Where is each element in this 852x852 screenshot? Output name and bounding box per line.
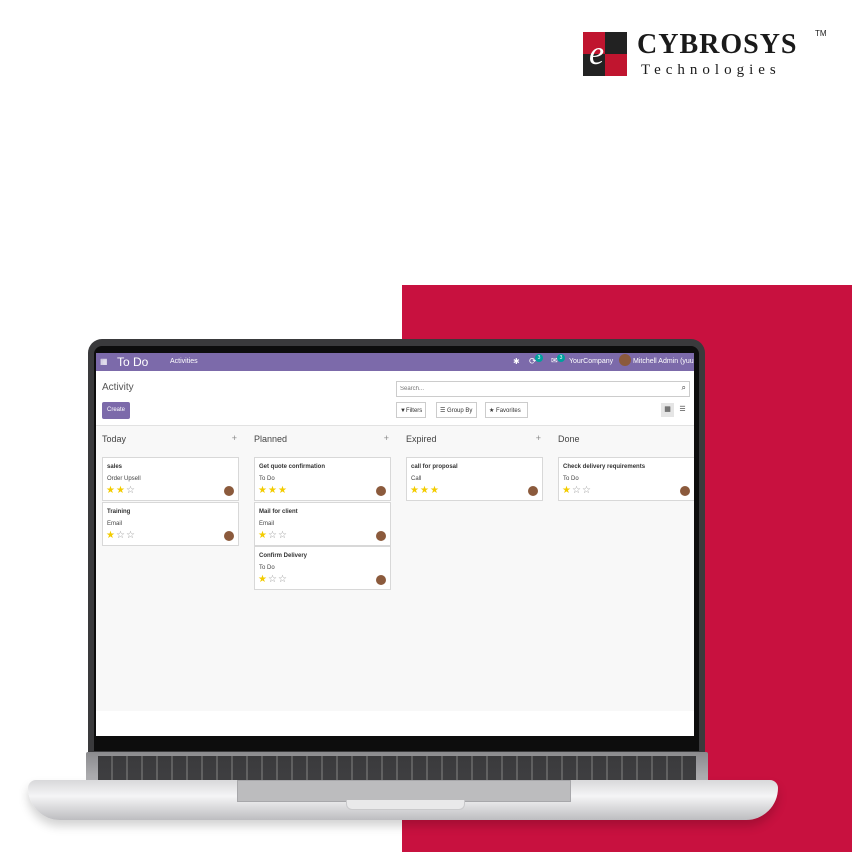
user-avatar[interactable] [619, 354, 631, 366]
brand-subtitle: Technologies [641, 62, 781, 78]
list-view-icon[interactable]: ☰ [676, 403, 689, 417]
apps-menu-icon[interactable]: ▦ [100, 357, 108, 367]
kanban-view-icon[interactable]: ▦ [661, 403, 674, 417]
top-navbar: ▦ To Do Activities ✱ ⟳ 3 ✉ 3 YourCompany… [96, 353, 694, 371]
app-screen: ▦ To Do Activities ✱ ⟳ 3 ✉ 3 YourCompany… [96, 353, 694, 736]
kanban-card[interactable]: call for proposal Call ★★★ [406, 457, 543, 501]
app-title[interactable]: To Do [117, 354, 148, 370]
card-activity-type: To Do [259, 476, 275, 482]
priority-stars[interactable]: ★☆☆ [106, 530, 136, 542]
kanban-card[interactable]: Get quote confirmation To Do ★★★ [254, 457, 391, 501]
star-icon: ★ [489, 408, 497, 414]
card-title: Confirm Delivery [259, 553, 308, 559]
star-empty-icon[interactable]: ☆ [582, 485, 592, 496]
star-filled-icon[interactable]: ★ [258, 530, 268, 541]
search-input[interactable] [400, 384, 670, 394]
cybrosys-logo: e CYBROSYS TM Technologies [583, 27, 833, 82]
assignee-avatar [528, 486, 538, 496]
star-filled-icon[interactable]: ★ [430, 485, 440, 496]
assignee-avatar [376, 531, 386, 541]
filters-button[interactable]: ▼Filters [396, 402, 426, 418]
column-title: Expired [406, 434, 437, 444]
laptop-trackpad [237, 780, 571, 802]
search-icon[interactable]: ⌕ [682, 383, 686, 393]
star-empty-icon[interactable]: ☆ [126, 485, 136, 496]
menu-item-activities[interactable]: Activities [170, 357, 198, 367]
star-filled-icon[interactable]: ★ [562, 485, 572, 496]
star-empty-icon[interactable]: ☆ [126, 530, 136, 541]
priority-stars[interactable]: ★★★ [258, 485, 288, 497]
star-filled-icon[interactable]: ★ [258, 485, 268, 496]
card-title: Mail for client [259, 509, 298, 515]
star-empty-icon[interactable]: ☆ [572, 485, 582, 496]
priority-stars[interactable]: ★☆☆ [258, 530, 288, 542]
cybrosys-logo-mark-icon: e [583, 32, 627, 76]
star-empty-icon[interactable]: ☆ [116, 530, 126, 541]
kanban-card[interactable]: sales Order Upsell ★★☆ [102, 457, 239, 501]
star-empty-icon[interactable]: ☆ [278, 530, 288, 541]
card-activity-type: Order Upsell [107, 476, 141, 482]
group-by-icon: ☰ [440, 408, 448, 414]
star-filled-icon[interactable]: ★ [106, 530, 116, 541]
star-filled-icon[interactable]: ★ [116, 485, 126, 496]
messages-count-badge: 3 [557, 354, 565, 362]
star-filled-icon[interactable]: ★ [278, 485, 288, 496]
kanban-card[interactable]: Mail for client Email ★☆☆ [254, 502, 391, 546]
filters-label: Filters [405, 408, 423, 414]
group-by-label: Group By [447, 408, 473, 414]
priority-stars[interactable]: ★★☆ [106, 485, 136, 497]
card-title: Training [107, 509, 131, 515]
activity-count-badge: 3 [535, 354, 543, 362]
laptop-keyboard [98, 756, 696, 780]
user-menu[interactable]: Mitchell Admin (yuu9) [633, 357, 694, 367]
assignee-avatar [224, 531, 234, 541]
priority-stars[interactable]: ★☆☆ [258, 574, 288, 586]
create-button[interactable]: Create [102, 402, 130, 419]
assignee-avatar [376, 486, 386, 496]
kanban-board: Today + sales Order Upsell ★★☆ Training … [96, 425, 694, 711]
breadcrumb-title: Activity [102, 382, 134, 393]
star-filled-icon[interactable]: ★ [258, 574, 268, 585]
column-title: Today [102, 434, 127, 444]
star-empty-icon[interactable]: ☆ [268, 530, 278, 541]
star-filled-icon[interactable]: ★ [268, 485, 278, 496]
favorites-label: Favorites [496, 408, 521, 414]
column-title: Planned [254, 434, 288, 444]
star-filled-icon[interactable]: ★ [410, 485, 420, 496]
kanban-card[interactable]: Confirm Delivery To Do ★☆☆ [254, 546, 391, 590]
company-switcher[interactable]: YourCompany [569, 357, 613, 367]
column-title: Done [558, 434, 580, 444]
trademark: TM [815, 29, 827, 38]
card-activity-type: Email [107, 521, 123, 527]
brand-name: CYBROSYS [637, 29, 798, 60]
kanban-card[interactable]: Training Email ★☆☆ [102, 502, 239, 546]
favorites-button[interactable]: ★ Favorites [485, 402, 528, 418]
search-bar: ⌕ [396, 381, 690, 397]
assignee-avatar [376, 575, 386, 585]
card-title: call for proposal [411, 464, 458, 470]
laptop-opening-notch [346, 800, 465, 810]
debug-icon[interactable]: ✱ [513, 357, 520, 367]
assignee-avatar [224, 486, 234, 496]
card-title: Get quote confirmation [259, 464, 325, 470]
card-activity-type: Call [411, 476, 422, 482]
assignee-avatar [680, 486, 690, 496]
card-activity-type: To Do [563, 476, 579, 482]
star-filled-icon[interactable]: ★ [420, 485, 430, 496]
kanban-card[interactable]: Check delivery requirements To Do ★☆☆ [558, 457, 694, 501]
priority-stars[interactable]: ★☆☆ [562, 485, 592, 497]
card-title: sales [107, 464, 123, 470]
card-title: Check delivery requirements [563, 464, 646, 470]
card-activity-type: Email [259, 521, 275, 527]
card-activity-type: To Do [259, 565, 275, 571]
star-empty-icon[interactable]: ☆ [278, 574, 288, 585]
add-card-icon[interactable]: + [536, 433, 541, 443]
star-empty-icon[interactable]: ☆ [268, 574, 278, 585]
star-filled-icon[interactable]: ★ [106, 485, 116, 496]
priority-stars[interactable]: ★★★ [410, 485, 440, 497]
add-card-icon[interactable]: + [232, 433, 237, 443]
add-card-icon[interactable]: + [384, 433, 389, 443]
group-by-button[interactable]: ☰ Group By [436, 402, 477, 418]
